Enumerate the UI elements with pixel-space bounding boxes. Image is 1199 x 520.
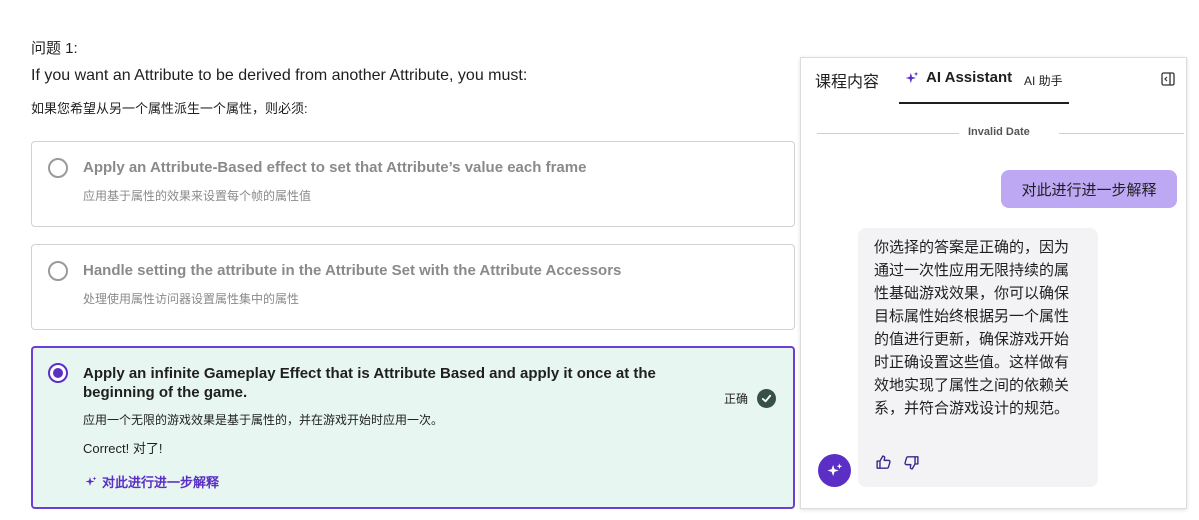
- option-title: Apply an Attribute-Based effect to set t…: [83, 159, 587, 176]
- answer-option-2[interactable]: Handle setting the attribute in the Attr…: [31, 244, 795, 330]
- explain-further-link[interactable]: 对此进行进一步解释: [85, 472, 219, 491]
- option-title: Handle setting the attribute in the Attr…: [83, 262, 622, 279]
- tab-ai-label: AI Assistant: [926, 69, 1013, 86]
- ai-message-bubble: 你选择的答案是正确的，因为通过一次性应用无限持续的属性基础游戏效果，你可以确保目…: [858, 228, 1098, 487]
- thumbs-up-icon[interactable]: [875, 454, 892, 471]
- option-subtitle: 应用一个无限的游戏效果是基于属性的，并在游戏开始时应用一次。: [83, 413, 444, 427]
- message-feedback: [875, 454, 920, 471]
- thumbs-down-icon[interactable]: [903, 454, 920, 471]
- date-divider: Invalid Date: [817, 125, 1184, 141]
- sparkle-icon: [905, 71, 919, 84]
- option-subtitle: 应用基于属性的效果来设置每个帧的属性值: [83, 189, 312, 203]
- feedback-text: Correct! 对了!: [83, 441, 163, 456]
- tab-ai-label-zh: AI 助手: [1024, 74, 1063, 88]
- divider-line: [817, 133, 959, 134]
- answer-option-3-selected[interactable]: Apply an infinite Gameplay Effect that i…: [31, 346, 795, 509]
- correct-status: 正确: [724, 389, 776, 408]
- user-message-bubble: 对此进行进一步解释: [1001, 170, 1177, 208]
- radio-button-selected[interactable]: [48, 363, 68, 383]
- collapse-panel-icon[interactable]: [1161, 72, 1175, 86]
- question-number: 问题 1:: [31, 40, 78, 57]
- ai-message-text: 你选择的答案是正确的，因为通过一次性应用无限持续的属性基础游戏效果，你可以确保目…: [874, 239, 1070, 417]
- radio-dot: [53, 368, 63, 378]
- check-circle-icon: [757, 389, 776, 408]
- ai-assistant-panel: 课程内容 AI Assistant AI 助手 Invalid Date 对此进…: [800, 57, 1187, 509]
- option-title: Apply an infinite Gameplay Effect that i…: [83, 365, 656, 401]
- answer-option-1[interactable]: Apply an Attribute-Based effect to set t…: [31, 141, 795, 227]
- ai-avatar: [818, 454, 851, 487]
- divider-line: [1059, 133, 1184, 134]
- panel-tabs: 课程内容 AI Assistant AI 助手: [801, 58, 1186, 104]
- explain-link-label: 对此进行进一步解释: [102, 475, 220, 490]
- option-subtitle: 处理使用属性访问器设置属性集中的属性: [83, 292, 300, 306]
- tab-course-content[interactable]: 课程内容: [815, 68, 879, 92]
- date-label: Invalid Date: [968, 126, 1030, 138]
- tab-ai-assistant[interactable]: AI Assistant AI 助手: [899, 58, 1069, 104]
- radio-button[interactable]: [48, 261, 68, 281]
- radio-button[interactable]: [48, 158, 68, 178]
- sparkle-icon: [827, 463, 843, 477]
- question-text-en: If you want an Attribute to be derived f…: [31, 67, 528, 84]
- sparkle-icon: [85, 476, 97, 486]
- question-text-zh: 如果您希望从另一个属性派生一个属性，则必须:: [31, 101, 308, 116]
- correct-label: 正确: [723, 392, 748, 406]
